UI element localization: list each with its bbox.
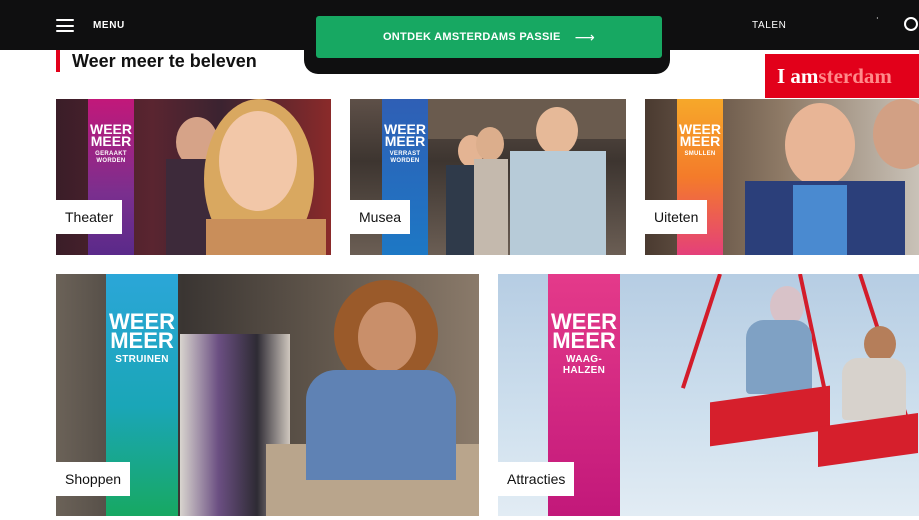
badge-subtitle: GERAAKT WORDEN [95,150,127,164]
logo-text-part1: I am [777,64,819,88]
tile-label: Uiteten [645,200,708,234]
badge-subtitle: WAAG-HALZEN [562,353,606,377]
woman-body-shape [474,159,508,255]
museum-arch-shape [428,99,626,139]
tile-uiteten[interactable]: WEER MEER SMULLEN Uiteten [645,99,919,255]
boy-sweater-shape [510,151,606,255]
badge-meer: MEER [384,133,426,150]
tile-theater[interactable]: WEER MEER GERAAKT WORDEN Theater [56,99,331,255]
arrow-right-icon: ⟶ [574,28,596,45]
badge-subtitle: SMULLEN [684,150,716,157]
rider2-body-shape [842,358,906,420]
discover-passion-button[interactable]: ONTDEK AMSTERDAMS PASSIE ⟶ [316,16,662,58]
boy-head-shape [536,107,578,155]
cta-label: ONTDEK AMSTERDAMS PASSIE [382,31,561,43]
tile-attracties[interactable]: WEER MEER WAAG-HALZEN Attracties [498,274,919,516]
search-icon[interactable] [904,17,918,31]
girl-top-shape [206,219,326,255]
man-head-shape [785,103,855,187]
badge-meer: MEER [110,328,174,354]
tile-label: Musea [350,200,411,234]
tile-label: Shoppen [56,462,131,496]
tile-label: Theater [56,200,123,234]
woman-head-shape [476,127,504,161]
weer-meer-badge: WEER MEER GERAAKT WORDEN [88,122,134,164]
man-shirt-shape [793,185,847,255]
weer-meer-badge: WEER MEER SMULLEN [677,122,723,158]
badge-meer: MEER [679,133,721,150]
languages-selector[interactable]: TALEN [752,20,787,31]
hamburger-menu-icon[interactable] [56,19,74,32]
rider2-head-shape [864,326,896,362]
badge-meer: MEER [90,133,132,150]
i-amsterdam-logo[interactable]: I amsterdam [765,54,919,98]
badge-subtitle: STRUINEN [115,353,169,365]
section-title: Weer meer te beleven [56,50,257,72]
tile-shoppen[interactable]: WEER MEER STRUINEN Shoppen [56,274,479,516]
weer-meer-badge: WEER MEER STRUINEN [106,311,178,365]
tile-musea[interactable]: WEER MEER VERRAST WORDEN Musea [350,99,626,255]
girl-face-shape [219,111,297,211]
languages-caret-icon[interactable]: ˙ [876,15,880,29]
menu-label[interactable]: MENU [93,20,125,31]
woman-face-shape [358,302,416,372]
weer-meer-badge: WEER MEER VERRAST WORDEN [382,122,428,164]
tile-label: Attracties [498,462,575,496]
badge-subtitle: VERRAST WORDEN [389,150,421,164]
logo-text-part2: sterdam [818,64,892,88]
rider-body-shape [746,320,812,394]
badge-meer: MEER [552,328,616,354]
denim-jacket-shape [306,370,456,480]
weer-meer-badge: WEER MEER WAAG-HALZEN [548,311,620,377]
